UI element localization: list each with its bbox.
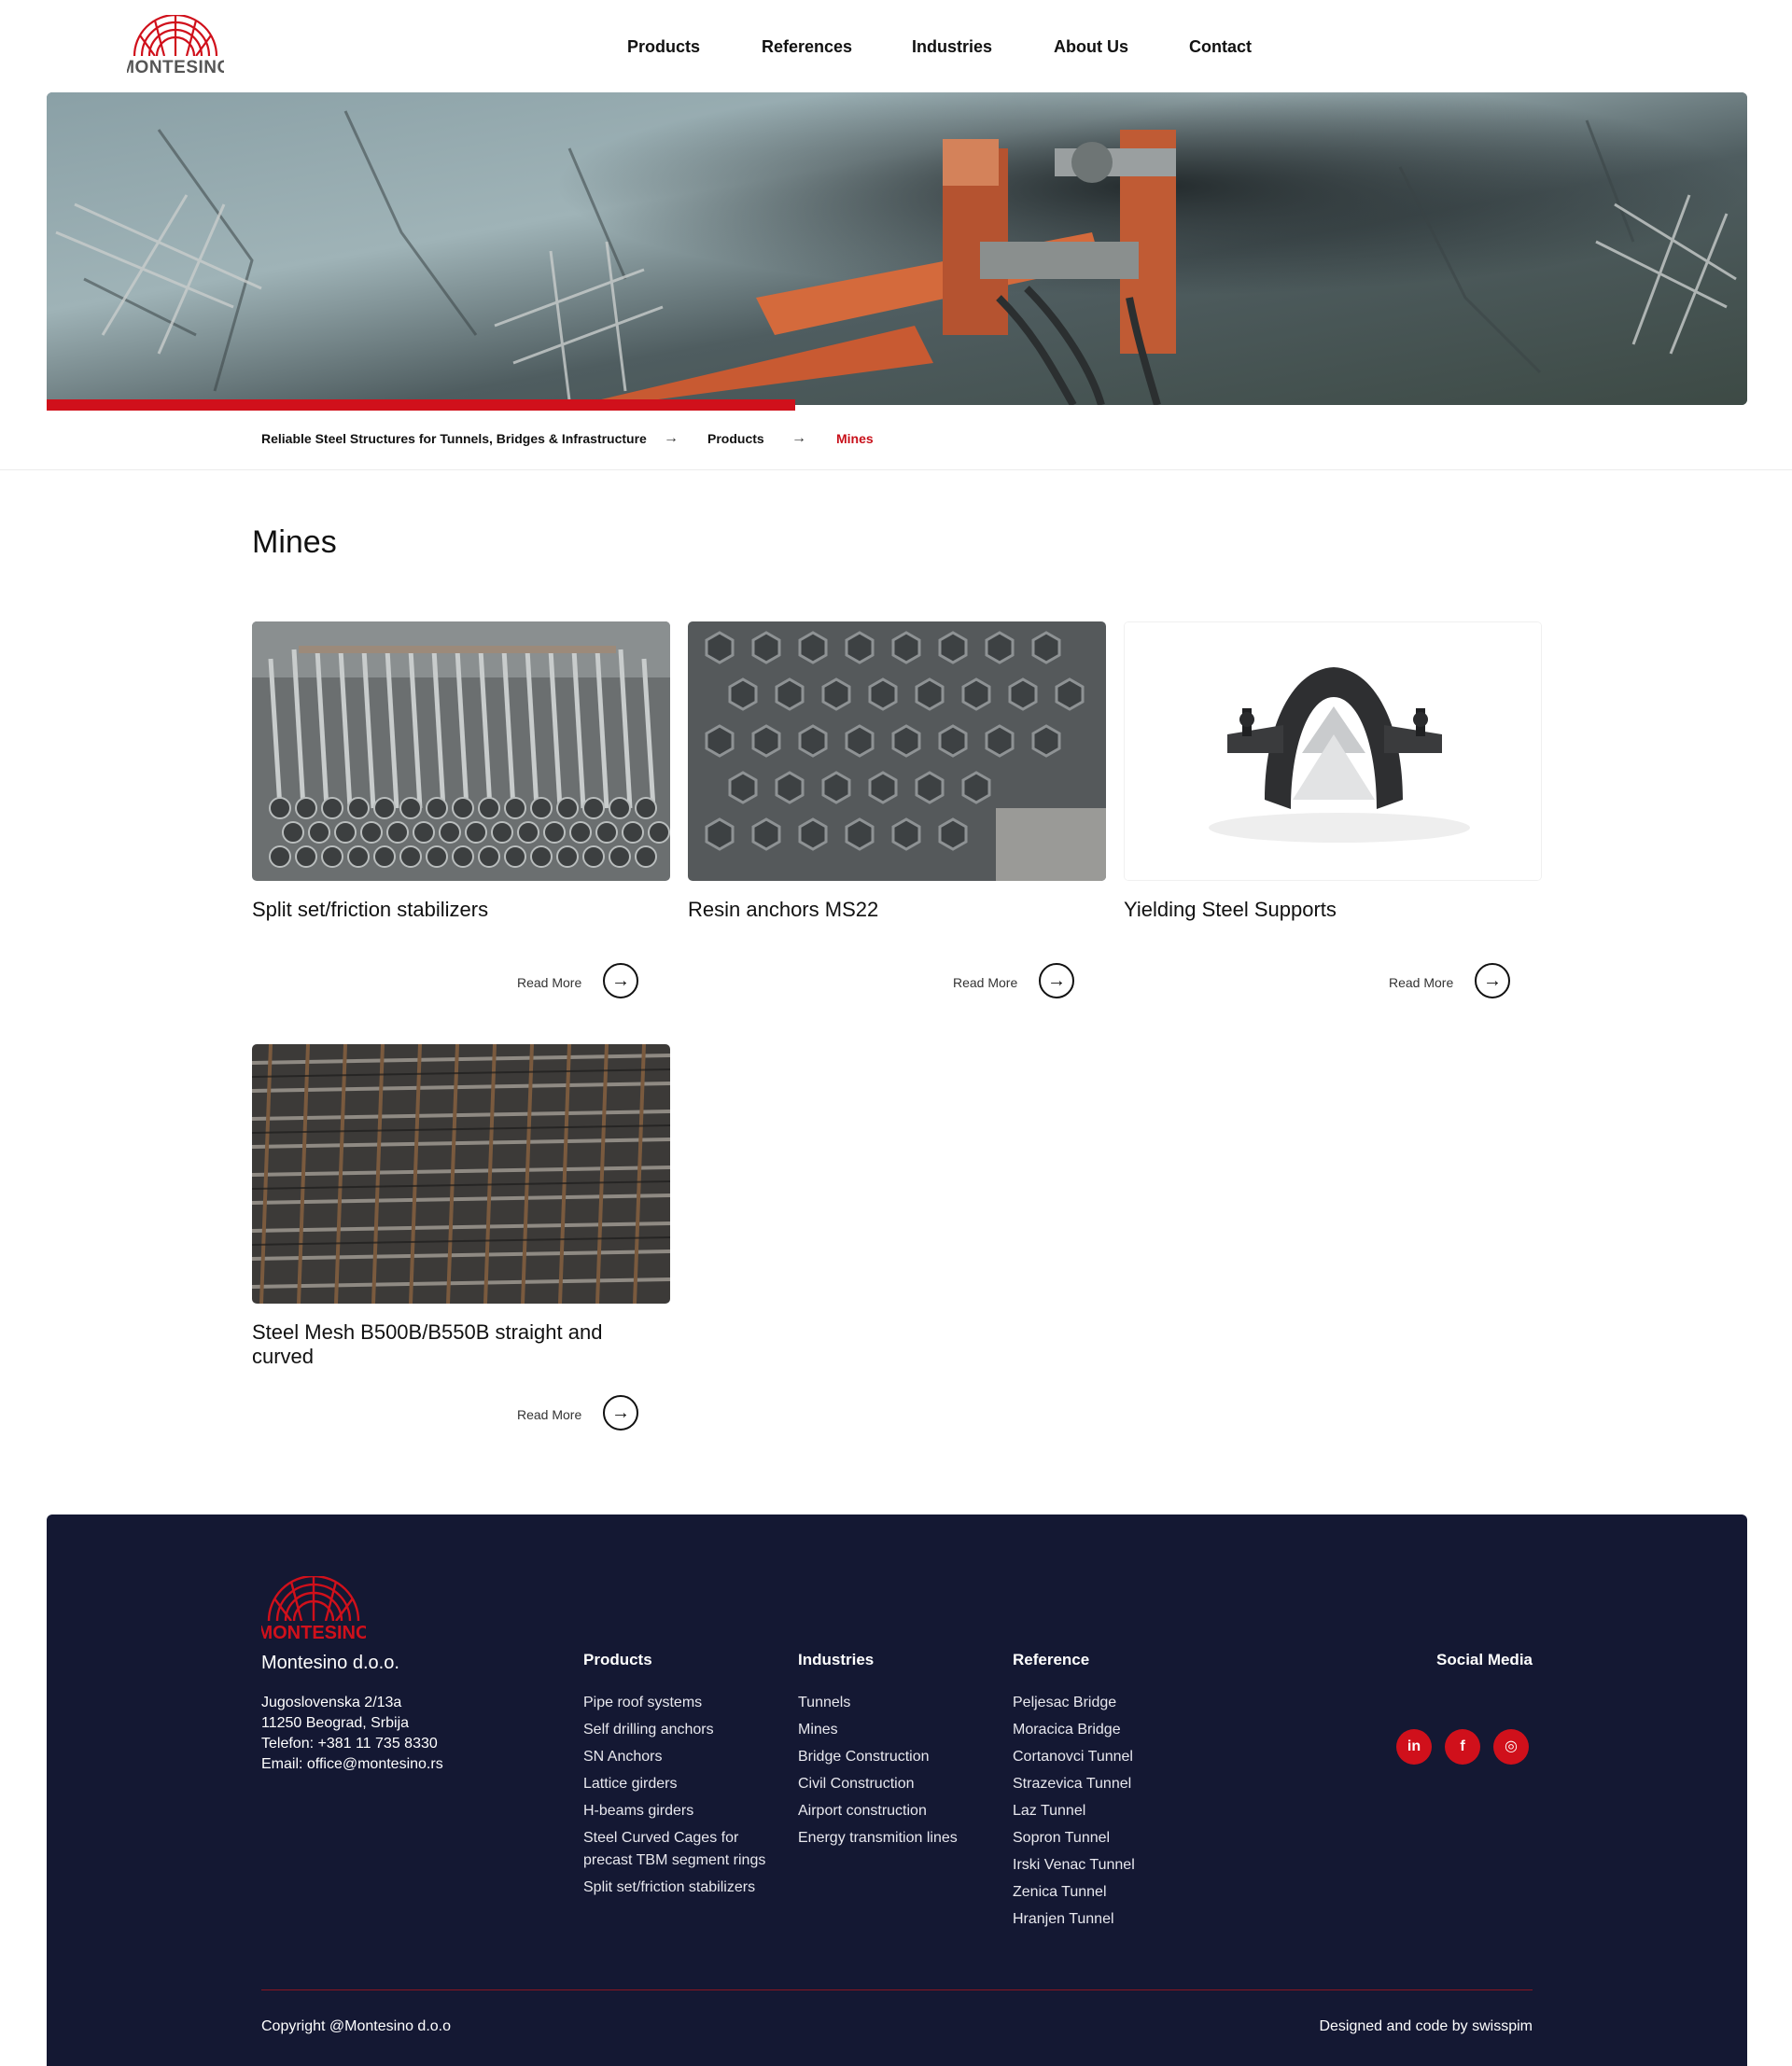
read-more-link[interactable]: Read More [517,1406,581,1423]
footer-link[interactable]: Laz Tunnel [1013,1801,1085,1822]
footer-link[interactable]: Moracica Bridge [1013,1720,1121,1740]
footer-link[interactable]: Strazevica Tunnel [1013,1774,1131,1794]
product-image-split-set[interactable] [252,621,670,881]
page-title: Mines [252,524,337,560]
footer-link[interactable]: Peljesac Bridge [1013,1693,1116,1713]
footer-industries-title: Industries [798,1651,875,1668]
arrow-right-icon: → [791,430,806,446]
footer-link[interactable]: Pipe roof systems [583,1693,702,1713]
footer-link[interactable]: Cortanovci Tunnel [1013,1747,1133,1767]
product-title[interactable]: Resin anchors MS22 [688,898,1080,922]
footer-link[interactable]: Civil Construction [798,1774,914,1794]
hero-progress-bar [47,399,795,411]
footer-link[interactable]: Bridge Construction [798,1747,930,1767]
footer-link[interactable]: Split set/friction stabilizers [583,1878,755,1898]
breadcrumb-products[interactable]: Products [707,429,764,448]
designer-credit[interactable]: Designed and code by swisspim [1319,2017,1533,2037]
read-more-link[interactable]: Read More [953,974,1017,991]
footer-logo-wordmark: MONTESINO [261,1623,366,1641]
nav-about-us[interactable]: About Us [1054,35,1128,58]
product-title[interactable]: Steel Mesh B500B/B550B straight and curv… [252,1320,644,1369]
nav-industries[interactable]: Industries [912,35,992,58]
footer-link[interactable]: Mines [798,1720,838,1740]
footer-link[interactable]: Irski Venac Tunnel [1013,1855,1135,1876]
footer-company-name: Montesino d.o.o. [261,1653,399,1673]
copyright-text: Copyright @Montesino d.o.o [261,2018,452,2034]
nav-contact[interactable]: Contact [1189,35,1252,58]
footer-link[interactable]: Energy transmition lines [798,1828,958,1849]
facebook-icon[interactable]: f [1445,1729,1480,1765]
product-title[interactable]: Yielding Steel Supports [1124,898,1516,922]
arrow-right-icon: → [664,430,679,446]
footer-link[interactable]: Self drilling anchors [583,1720,714,1740]
nav-references[interactable]: References [762,35,852,58]
product-title[interactable]: Split set/friction stabilizers [252,898,644,922]
arrow-right-icon[interactable]: → [1475,963,1510,998]
footer-link[interactable]: Airport construction [798,1801,927,1822]
footer-link[interactable]: Zenica Tunnel [1013,1882,1107,1903]
read-more-link[interactable]: Read More [517,974,581,991]
arrow-right-icon[interactable]: → [1039,963,1074,998]
breadcrumb-home[interactable]: Reliable Steel Structures for Tunnels, B… [261,429,647,448]
footer-link[interactable]: Hranjen Tunnel [1013,1909,1114,1930]
footer-link[interactable]: Tunnels [798,1693,850,1713]
footer-link[interactable]: H-beams girders [583,1801,693,1822]
breadcrumb-current: Mines [836,431,874,446]
footer-logo[interactable]: MONTESINO [257,1574,371,1643]
footer-reference-title: Reference [1013,1651,1090,1668]
linkedin-icon[interactable]: in [1396,1729,1432,1765]
footer-divider [261,1989,1533,1990]
product-image-resin-anchors[interactable] [688,621,1106,881]
main-nav: Products References Industries About Us … [0,0,1792,92]
nav-products[interactable]: Products [627,35,700,58]
product-image-yielding-supports[interactable] [1124,621,1542,881]
address-phone[interactable]: Telefon: +381 11 735 8330 [261,1734,438,1754]
address-line: Jugoslovenska 2/13a [261,1695,402,1710]
footer-link[interactable]: Steel Curved Cages for [583,1828,738,1849]
read-more-link[interactable]: Read More [1389,974,1453,991]
arrow-right-icon[interactable]: → [603,963,638,998]
instagram-icon[interactable]: ◎ [1493,1729,1529,1765]
footer-link[interactable]: Sopron Tunnel [1013,1828,1110,1849]
address-line: 11250 Beograd, Srbija [261,1715,410,1731]
site-footer: MONTESINO Montesino d.o.o. Jugoslovenska… [47,1515,1747,2066]
product-image-steel-mesh[interactable] [252,1044,670,1304]
arrow-right-icon[interactable]: → [603,1395,638,1431]
site-header: MONTESINO Products References Industries… [0,0,1792,92]
footer-link[interactable]: precast TBM segment rings [583,1850,765,1871]
breadcrumb: Reliable Steel Structures for Tunnels, B… [0,411,1792,470]
address-email[interactable]: Email: office@montesino.rs [261,1754,443,1775]
footer-link[interactable]: Lattice girders [583,1774,678,1794]
footer-link[interactable]: SN Anchors [583,1747,662,1767]
social-media-title: Social Media [1436,1651,1533,1668]
footer-products-title: Products [583,1651,652,1668]
hero-banner-image [47,92,1747,405]
